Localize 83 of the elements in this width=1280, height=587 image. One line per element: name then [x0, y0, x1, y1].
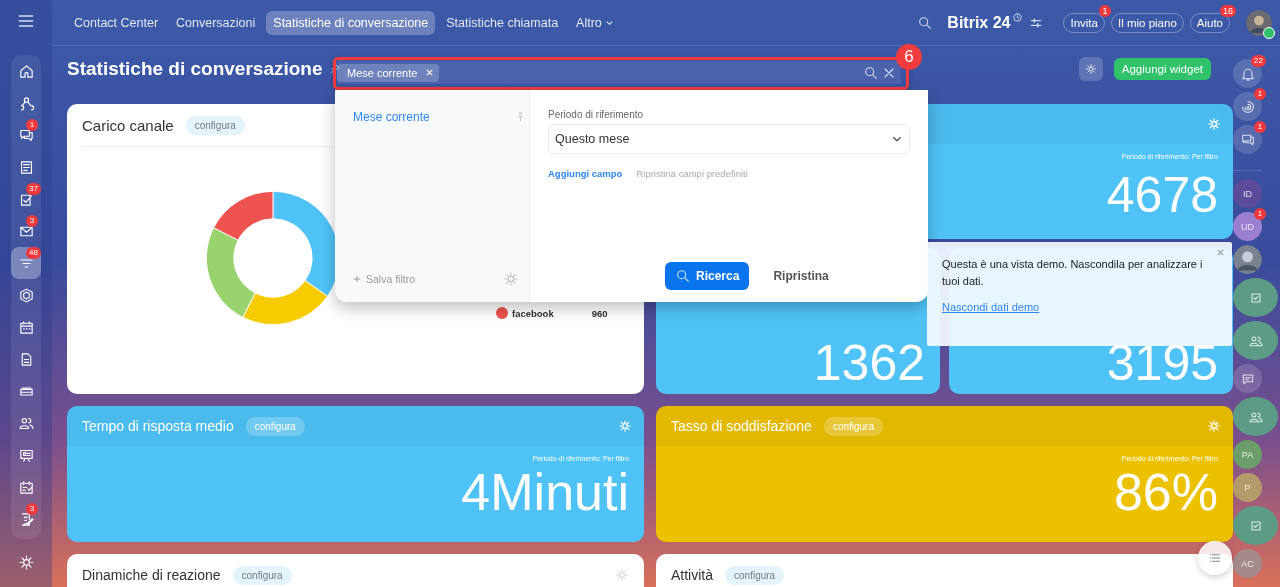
sidebar-item[interactable]: 3 — [11, 215, 41, 247]
metric-value: 1362 — [813, 334, 925, 388]
filter-search-field[interactable]: Mese corrente — [337, 61, 901, 84]
search-icon[interactable] — [917, 14, 934, 31]
notification-badge: 16 — [1220, 4, 1236, 17]
user-avatar[interactable]: ID — [1233, 179, 1262, 208]
widget-title: Dinamiche di reazione — [82, 567, 221, 583]
sidebar-button[interactable] — [1233, 364, 1262, 393]
sidebar-item[interactable]: 48 — [11, 247, 41, 279]
metric-value: 3195 — [1106, 334, 1218, 388]
sidebar-button[interactable] — [1233, 506, 1278, 545]
reset-fields-link[interactable]: Ripristina campi predefiniti — [636, 168, 748, 179]
sidebar-item[interactable]: 37 — [11, 183, 41, 215]
notification-badge: 3 — [26, 215, 38, 227]
notice-text: Questa è una vista demo. Nascondila per analizzare i tuoi dati. — [942, 257, 1204, 289]
user-avatar[interactable] — [1233, 245, 1262, 274]
widget-title: Tasso di soddisfazione — [671, 418, 812, 434]
legend-value: 960 — [591, 307, 608, 319]
sidebar-button[interactable] — [1233, 125, 1262, 154]
spiral-icon — [1239, 98, 1256, 115]
hexagon-icon — [17, 286, 35, 304]
filter-preset[interactable]: Mese corrente — [353, 110, 519, 124]
close-icon[interactable] — [1216, 248, 1225, 257]
sidebar-button[interactable] — [1233, 92, 1262, 121]
notification-badge: 1 — [26, 119, 38, 131]
search-button[interactable]: Ricerca — [665, 262, 750, 290]
widget-title: Carico canale — [82, 116, 174, 134]
metric-value: 4678 — [1106, 166, 1218, 220]
brand-logo: Bitrix 24 — [947, 13, 1011, 32]
user-avatar[interactable]: AC — [1233, 549, 1262, 578]
metric-value: 4Minuti — [461, 462, 629, 518]
notification-badge: 1 — [1254, 121, 1266, 133]
nav-tab[interactable]: Contact Center — [67, 10, 166, 35]
field-label: Periodo di riferimento — [548, 109, 645, 120]
add-widget-button[interactable]: Aggiungi widget — [1113, 58, 1211, 80]
search-icon — [675, 268, 691, 284]
nav-tab[interactable]: Altro — [569, 10, 621, 35]
user-avatar[interactable]: P — [1233, 473, 1262, 502]
configure-button[interactable]: configura — [232, 565, 292, 585]
save-filter-link[interactable]: Salva filtro — [366, 273, 503, 285]
widget-title: Tempo di risposta medio — [82, 418, 234, 434]
settings-icon[interactable] — [17, 554, 35, 571]
configure-button[interactable]: configura — [725, 565, 785, 585]
reset-button[interactable]: Ripristina — [767, 268, 835, 284]
sidebar-button[interactable] — [1233, 278, 1278, 317]
notification-badge: 48 — [26, 247, 41, 259]
period-dropdown[interactable]: Questo mese — [548, 124, 910, 154]
sidebar-button[interactable] — [1233, 321, 1278, 360]
search-icon[interactable] — [863, 64, 879, 81]
nav-tab[interactable]: Statistiche chiamata — [439, 10, 566, 35]
home-icon — [17, 62, 35, 80]
nav-tab[interactable]: Conversazioni — [169, 10, 263, 35]
notification-badge: 3 — [26, 503, 38, 515]
configure-button[interactable]: configura — [185, 115, 245, 135]
user-avatar[interactable]: PA — [1233, 440, 1262, 469]
sidebar-button[interactable] — [1233, 397, 1278, 436]
step-number-badge: 6 — [896, 44, 922, 70]
sidebar-item[interactable]: 1 — [11, 119, 41, 151]
list-button[interactable] — [1198, 541, 1232, 575]
notification-badge: 37 — [26, 183, 41, 195]
chevron-down-icon — [604, 18, 614, 27]
planner-icon — [17, 478, 35, 496]
hide-demo-link[interactable]: Nascondi dati demo — [942, 301, 1040, 313]
settings-icon — [1084, 61, 1097, 77]
calendar-icon — [17, 318, 35, 336]
notification-badge: 22 — [1251, 55, 1266, 67]
widget-title: Attività — [671, 567, 713, 583]
pin-icon[interactable] — [328, 63, 341, 75]
settings-button[interactable] — [1078, 57, 1103, 81]
nav-tab[interactable]: Statistiche di conversazione — [266, 10, 436, 35]
sidebar-item[interactable]: 3 — [11, 503, 41, 535]
user-avatar[interactable] — [1246, 9, 1272, 36]
add-field-link[interactable]: Aggiungi campo — [548, 168, 623, 179]
legend-label: facebook — [512, 307, 554, 319]
sliders-icon[interactable] — [1029, 15, 1044, 30]
notification-badge: 1 — [1098, 4, 1111, 17]
sidebar-button[interactable] — [1233, 59, 1262, 88]
notification-badge: 1 — [1254, 88, 1266, 100]
filter-chip[interactable]: Mese corrente — [337, 63, 440, 82]
notification-badge: 1 — [1254, 208, 1266, 220]
metric-value: 86% — [1113, 462, 1218, 518]
clock-icon — [1012, 12, 1024, 23]
page-title: Statistiche di conversazione — [67, 58, 323, 80]
